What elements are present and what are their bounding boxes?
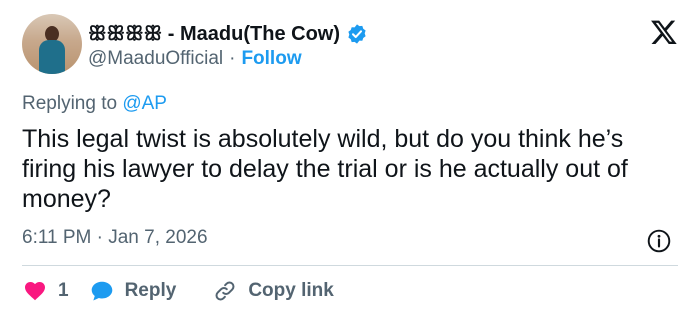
action-bar: 1 Reply Copy link (22, 276, 334, 306)
heart-icon (25, 282, 45, 301)
author-handle-row: @MaaduOfficial · Follow (88, 48, 302, 70)
reply-mention-link[interactable]: @AP (122, 93, 167, 114)
replying-to-line: Replying to @AP (22, 93, 167, 115)
separator-dot: · (229, 48, 236, 69)
avatar-figure (39, 26, 65, 74)
link-icon (215, 281, 235, 301)
reply-button[interactable]: Reply (89, 278, 177, 304)
like-button[interactable]: 1 (22, 278, 69, 304)
divider (22, 265, 678, 266)
tweet-card: ꕥꕥꕥꕥ - Maadu(The Cow) @MaaduOfficial · F… (0, 0, 700, 318)
like-count: 1 (58, 280, 69, 301)
author-display-name[interactable]: ꕥꕥꕥꕥ - Maadu(The Cow) (88, 23, 340, 46)
author-handle[interactable]: @MaaduOfficial (88, 48, 223, 70)
copy-link-label: Copy link (248, 280, 334, 301)
copy-link-button[interactable]: Copy link (212, 278, 334, 304)
info-icon[interactable] (646, 228, 672, 254)
speech-bubble-icon (91, 281, 112, 301)
follow-button[interactable]: Follow (241, 48, 301, 70)
x-logo-icon[interactable] (650, 18, 678, 46)
author-name-row: ꕥꕥꕥꕥ - Maadu(The Cow) (88, 22, 368, 46)
tweet-timestamp[interactable]: 6:11 PM · Jan 7, 2026 (22, 227, 208, 249)
avatar[interactable] (22, 14, 82, 74)
verified-badge-icon (348, 24, 366, 44)
tweet-text: This legal twist is absolutely wild, but… (22, 125, 628, 213)
reply-label: Reply (124, 280, 177, 301)
replying-prefix: Replying to (22, 93, 118, 114)
